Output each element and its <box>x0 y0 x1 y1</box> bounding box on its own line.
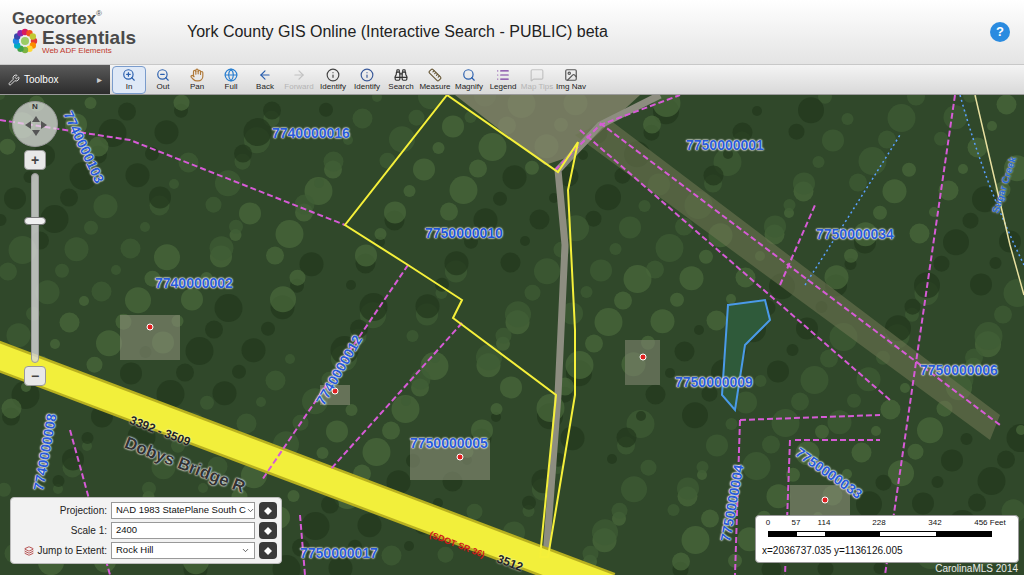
info-icon <box>326 68 340 82</box>
parcel-label[interactable]: 7750000010 <box>425 226 503 240</box>
coordinates: x=2036737.035 y=1136126.005 <box>762 543 903 558</box>
toolbar-button[interactable]: Search <box>384 66 418 94</box>
house-marker-icon <box>822 497 828 503</box>
toolbox-button[interactable]: Toolbox▸ <box>0 65 110 94</box>
go-arrow-icon <box>264 527 272 535</box>
app-header: Geocortex® EssentialsWeb ADF Elements York… <box>0 0 1024 65</box>
magnifier-icon <box>462 68 476 82</box>
parcel-label[interactable]: 7750000005 <box>410 436 488 450</box>
forward-arrow-icon <box>292 68 306 82</box>
hand-icon <box>190 68 204 82</box>
map-settings-panel: Projection:NAD 1983 StatePlane South C Sc… <box>10 497 282 564</box>
toolbar-button[interactable]: Forward <box>282 66 316 94</box>
watermark: CarolinaMLS 2014 <box>935 563 1018 575</box>
settings-row: Projection:NAD 1983 StatePlane South C <box>15 502 277 519</box>
logo-product: Essentials <box>42 28 136 47</box>
zoom-slider[interactable] <box>31 173 39 363</box>
speech-bubble-icon <box>530 68 544 82</box>
dropdown-arrow-icon <box>246 506 255 515</box>
toolbar-button[interactable]: Measure <box>418 66 452 94</box>
zoom-in-icon <box>122 68 136 82</box>
go-arrow-icon <box>264 547 272 555</box>
go-arrow-icon <box>264 507 272 515</box>
zoom-in-button[interactable]: + <box>24 150 46 170</box>
parcel-label[interactable]: 7740000002 <box>155 276 233 290</box>
toolbar-button[interactable]: Legend <box>486 66 520 94</box>
house-marker-icon <box>640 354 646 360</box>
zoom-slider-thumb[interactable] <box>24 217 46 225</box>
toolbar-button[interactable]: Back <box>248 66 282 94</box>
toolbar-button[interactable]: Img Nav <box>554 66 588 94</box>
zoom-out-button[interactable]: − <box>24 366 46 386</box>
toolbar: Toolbox▸InOutPanFullBackForwardIdentifyI… <box>0 65 1024 95</box>
dropdown[interactable]: Rock Hill <box>111 542 255 559</box>
pan-compass[interactable]: N <box>12 101 58 147</box>
scale-tick-label: 114 <box>818 519 831 527</box>
gis-app: Geocortex® EssentialsWeb ADF Elements York… <box>0 0 1024 575</box>
dropdown-arrow-icon <box>241 546 250 555</box>
text-field[interactable]: 2400 <box>111 522 255 539</box>
globe-icon <box>224 68 238 82</box>
toolbar-button[interactable]: Identify <box>316 66 350 94</box>
help-button[interactable]: ? <box>990 22 1010 42</box>
info-list-icon <box>360 68 374 82</box>
selected-parcel-outline[interactable] <box>345 95 578 557</box>
wrench-icon <box>8 74 20 86</box>
legend-list-icon <box>496 68 510 82</box>
scale-tick-label: 342 <box>928 519 941 527</box>
toolbar-button[interactable]: Out <box>146 66 180 94</box>
house-marker-icon <box>457 454 463 460</box>
apply-button[interactable] <box>259 522 277 539</box>
scale-bar: 0 57 114 228 342 456 Feet x=2036737.035 y=1136… <box>755 515 1019 563</box>
parcel-label[interactable]: 7750000001 <box>686 138 764 152</box>
image-icon <box>564 68 578 82</box>
logo: Geocortex® EssentialsWeb ADF Elements <box>12 10 187 55</box>
house-marker-icon <box>147 324 153 330</box>
back-arrow-icon <box>258 68 272 82</box>
parcel-label[interactable]: 7750000034 <box>816 227 894 241</box>
scale-tick-label: 0 <box>766 519 770 527</box>
toolbar-button[interactable]: Magnify <box>452 66 486 94</box>
logo-tagline: Web ADF Elements <box>42 47 136 55</box>
geocortex-logo-icon <box>12 28 38 54</box>
scale-tick-label: 57 <box>792 519 801 527</box>
scale-tick-label: 228 <box>872 519 885 527</box>
binoculars-icon <box>394 68 408 82</box>
settings-row: Jump to Extent:Rock Hill <box>15 542 277 559</box>
dropdown[interactable]: NAD 1983 StatePlane South C <box>111 502 255 519</box>
parcel-label[interactable]: 7750000009 <box>675 375 753 389</box>
logo-name: Geocortex <box>12 10 96 27</box>
toolbar-button[interactable]: Map Tips <box>520 66 554 94</box>
toolbar-button[interactable]: Full <box>214 66 248 94</box>
zoom-control: N + − <box>8 101 62 386</box>
zoom-out-icon <box>156 68 170 82</box>
parcel-label[interactable]: 7740000016 <box>272 126 350 140</box>
toolbar-button[interactable]: In <box>112 66 146 94</box>
settings-row: Scale 1:2400 <box>15 522 277 539</box>
toolbar-button[interactable]: Identify <box>350 66 384 94</box>
scale-tick-label: 456 Feet <box>974 519 1006 527</box>
north-label: N <box>32 103 38 111</box>
apply-button[interactable] <box>259 502 277 519</box>
toolbar-button[interactable]: Pan <box>180 66 214 94</box>
map-view[interactable]: 7740000016 7750000010 7750000001 7750000034… <box>0 95 1024 575</box>
app-title: York County GIS Online (Interactive Sear… <box>187 20 990 44</box>
parcel-label[interactable]: 7750000006 <box>920 363 998 377</box>
apply-button[interactable] <box>259 542 277 559</box>
parcel-label[interactable]: 7750000017 <box>300 546 378 560</box>
extent-icon <box>24 546 34 556</box>
logo-mark: ® <box>96 10 102 18</box>
ruler-icon <box>428 68 442 82</box>
